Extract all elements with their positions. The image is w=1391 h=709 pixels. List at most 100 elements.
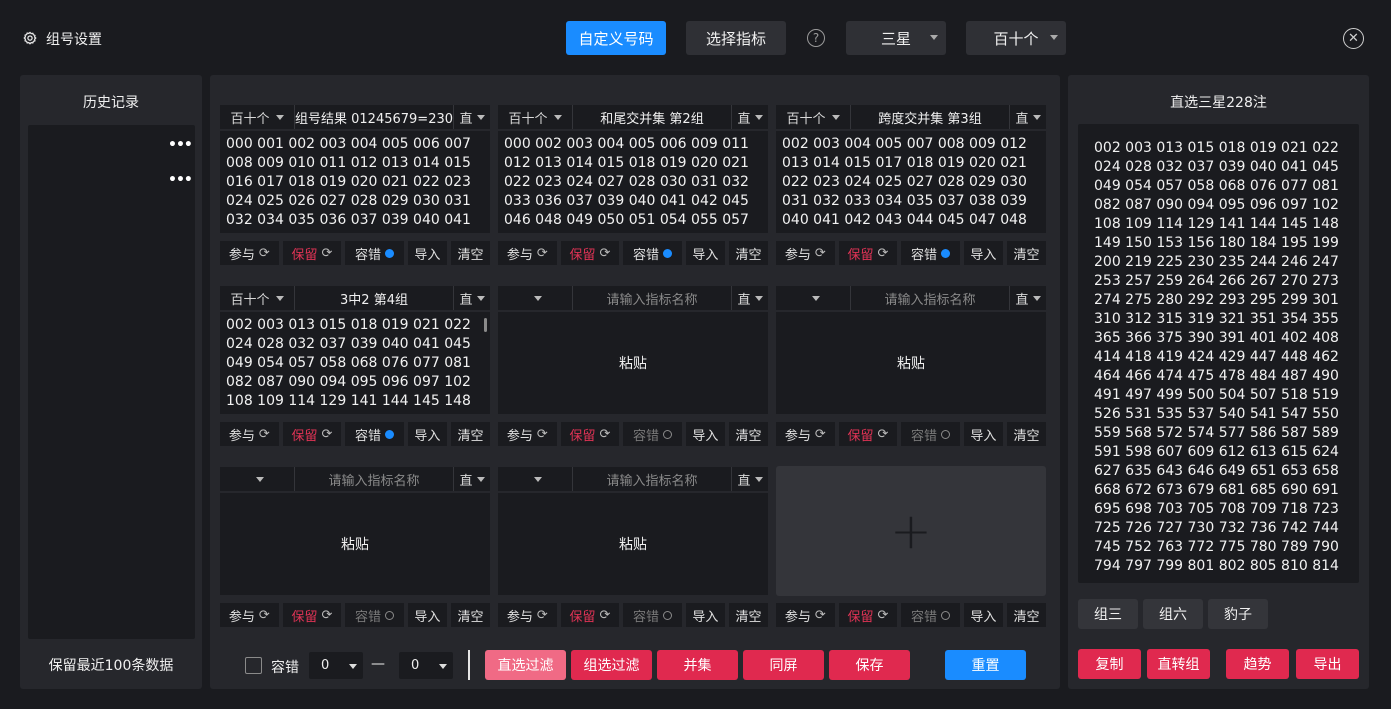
card-position-select[interactable]	[220, 467, 295, 491]
keep-toggle[interactable]: 保留 ⟳	[838, 422, 898, 446]
more-icon[interactable]: •••	[168, 172, 193, 188]
import-button[interactable]: 导入	[685, 603, 725, 627]
direct-filter-button[interactable]: 直选过滤	[485, 650, 566, 680]
card-position-select[interactable]: 百十个	[776, 105, 851, 129]
clear-button[interactable]: 清空	[450, 603, 490, 627]
group-filter-button[interactable]: 组选过滤	[571, 650, 652, 680]
import-button[interactable]: 导入	[407, 422, 447, 446]
card-position-select[interactable]: 百十个	[220, 105, 295, 129]
tolerance-toggle[interactable]: 容错	[623, 241, 682, 265]
export-button[interactable]: 导出	[1296, 649, 1359, 679]
group-six-button[interactable]: 组六	[1143, 599, 1203, 629]
join-toggle[interactable]: 参与 ⟳	[498, 603, 557, 627]
group-three-button[interactable]: 组三	[1078, 599, 1138, 629]
card-type-select[interactable]: 直	[732, 467, 768, 491]
card-position-select[interactable]: 百十个	[220, 286, 295, 310]
refresh-icon[interactable]: ⟳	[259, 246, 270, 261]
save-button[interactable]: 保存	[829, 650, 910, 680]
card-name-input[interactable]: 组号结果 01245679=230	[295, 105, 454, 129]
radio-off-icon[interactable]	[385, 610, 395, 620]
keep-toggle[interactable]: 保留 ⟳	[560, 422, 620, 446]
import-button[interactable]: 导入	[685, 422, 725, 446]
position-select[interactable]: 百十个	[966, 21, 1066, 55]
keep-toggle[interactable]: 保留 ⟳	[282, 422, 342, 446]
paste-area[interactable]: 粘贴	[498, 312, 768, 414]
join-toggle[interactable]: 参与 ⟳	[776, 241, 835, 265]
radio-off-icon[interactable]	[663, 429, 673, 439]
card-type-select[interactable]: 直	[1010, 286, 1046, 310]
card-type-select[interactable]: 直	[1010, 105, 1046, 129]
clear-button[interactable]: 清空	[450, 241, 490, 265]
refresh-icon[interactable]: ⟳	[877, 427, 888, 442]
join-toggle[interactable]: 参与 ⟳	[776, 603, 835, 627]
card-numbers[interactable]: 000 001 002 003 004 005 006 007 008 009 …	[220, 131, 490, 233]
import-button[interactable]: 导入	[963, 241, 1003, 265]
keep-toggle[interactable]: 保留 ⟳	[282, 603, 342, 627]
join-toggle[interactable]: 参与 ⟳	[776, 422, 835, 446]
card-name-input[interactable]: 和尾交并集 第2组	[573, 105, 732, 129]
import-button[interactable]: 导入	[963, 603, 1003, 627]
keep-toggle[interactable]: 保留 ⟳	[838, 241, 898, 265]
select-indicator-button[interactable]: 选择指标	[686, 21, 786, 55]
to-group-button[interactable]: 直转组	[1147, 649, 1210, 679]
tolerance-max-select[interactable]: 0	[399, 652, 453, 679]
check-circle-icon[interactable]	[385, 248, 395, 258]
refresh-icon[interactable]: ⟳	[321, 246, 332, 261]
join-toggle[interactable]: 参与 ⟳	[220, 241, 279, 265]
trend-button[interactable]: 趋势	[1226, 649, 1289, 679]
keep-toggle[interactable]: 保留 ⟳	[282, 241, 342, 265]
refresh-icon[interactable]: ⟳	[599, 608, 610, 623]
join-toggle[interactable]: 参与 ⟳	[498, 422, 557, 446]
close-icon[interactable]: ✕	[1343, 28, 1364, 49]
refresh-icon[interactable]: ⟳	[599, 246, 610, 261]
check-circle-icon[interactable]	[941, 248, 951, 258]
custom-numbers-button[interactable]: 自定义号码	[566, 21, 666, 55]
card-type-select[interactable]: 直	[732, 286, 768, 310]
card-type-select[interactable]: 直	[454, 105, 490, 129]
card-numbers[interactable]: 000 002 003 004 005 006 009 011 012 013 …	[498, 131, 768, 233]
reset-button[interactable]: 重置	[945, 650, 1026, 680]
card-position-select[interactable]	[776, 286, 851, 310]
import-button[interactable]: 导入	[407, 603, 447, 627]
clear-button[interactable]: 清空	[728, 241, 768, 265]
keep-toggle[interactable]: 保留 ⟳	[838, 603, 898, 627]
card-type-select[interactable]: 直	[732, 105, 768, 129]
card-name-input[interactable]: 请输入指标名称	[573, 467, 732, 491]
tolerance-toggle[interactable]: 容错	[345, 603, 404, 627]
card-name-input[interactable]: 3中2 第4组	[295, 286, 454, 310]
tolerance-toggle[interactable]: 容错	[901, 422, 960, 446]
import-button[interactable]: 导入	[685, 241, 725, 265]
refresh-icon[interactable]: ⟳	[815, 246, 826, 261]
refresh-icon[interactable]: ⟳	[815, 427, 826, 442]
refresh-icon[interactable]: ⟳	[877, 246, 888, 261]
paste-area[interactable]: 粘贴	[776, 312, 1046, 414]
import-button[interactable]: 导入	[407, 241, 447, 265]
card-name-input[interactable]: 请输入指标名称	[851, 286, 1010, 310]
join-toggle[interactable]: 参与 ⟳	[220, 603, 279, 627]
copy-button[interactable]: 复制	[1078, 649, 1141, 679]
card-position-select[interactable]	[498, 286, 573, 310]
paste-area[interactable]: 粘贴	[498, 493, 768, 595]
refresh-icon[interactable]: ⟳	[259, 427, 270, 442]
import-button[interactable]: 导入	[963, 422, 1003, 446]
tolerance-toggle[interactable]: 容错	[623, 603, 682, 627]
card-numbers[interactable]: 002 003 013 015 018 019 021 022 024 028 …	[220, 312, 490, 414]
same-screen-button[interactable]: 同屏	[743, 650, 824, 680]
check-circle-icon[interactable]	[663, 248, 673, 258]
card-scrollbar[interactable]	[484, 318, 487, 332]
union-button[interactable]: 并集	[657, 650, 738, 680]
card-name-input[interactable]: 请输入指标名称	[295, 467, 454, 491]
clear-button[interactable]: 清空	[728, 603, 768, 627]
keep-toggle[interactable]: 保留 ⟳	[560, 241, 620, 265]
refresh-icon[interactable]: ⟳	[537, 427, 548, 442]
refresh-icon[interactable]: ⟳	[321, 427, 332, 442]
clear-button[interactable]: 清空	[728, 422, 768, 446]
keep-toggle[interactable]: 保留 ⟳	[560, 603, 620, 627]
tolerance-toggle[interactable]: 容错	[345, 241, 404, 265]
tolerance-toggle[interactable]: 容错	[345, 422, 404, 446]
refresh-icon[interactable]: ⟳	[815, 608, 826, 623]
card-type-select[interactable]: 直	[454, 467, 490, 491]
refresh-icon[interactable]: ⟳	[877, 608, 888, 623]
check-circle-icon[interactable]	[385, 429, 395, 439]
join-toggle[interactable]: 参与 ⟳	[220, 422, 279, 446]
